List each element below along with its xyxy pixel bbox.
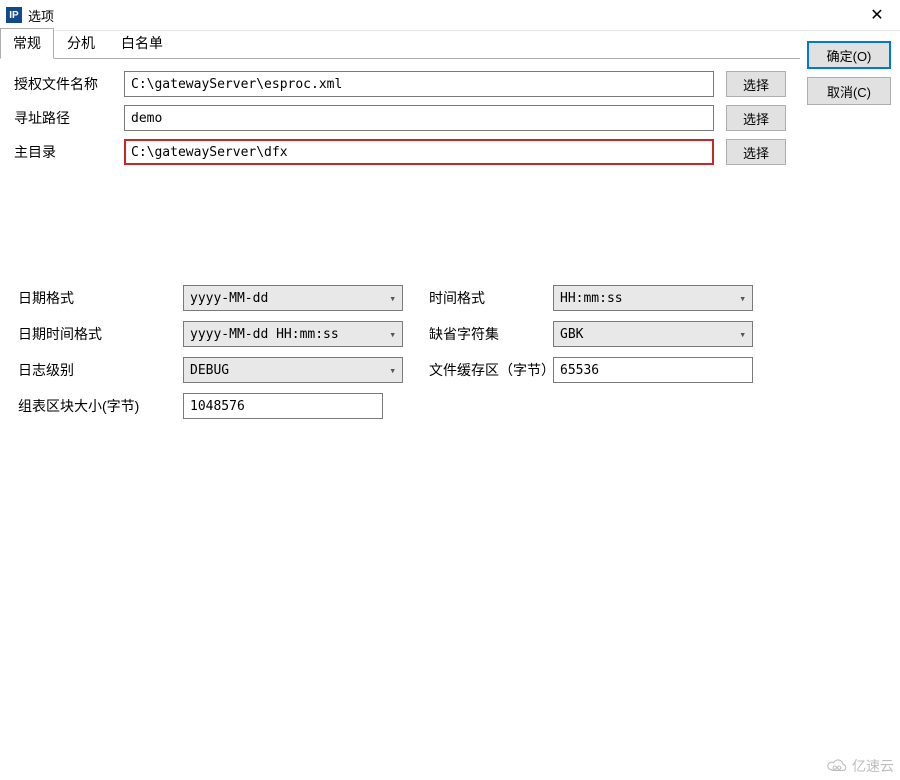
form-area: 授权文件名称 选择 寻址路径 选择 主目录 选择 日期格式 yyyy-MM-dd… bbox=[0, 59, 800, 419]
label-date-format: 日期格式 bbox=[18, 288, 183, 308]
footer bbox=[0, 754, 900, 780]
input-block-size[interactable]: 1048576 bbox=[183, 393, 383, 419]
app-icon: IP bbox=[6, 7, 22, 23]
titlebar: IP 选项 ✕ bbox=[0, 0, 900, 30]
choose-search-button[interactable]: 选择 bbox=[726, 105, 786, 131]
window-title: 选项 bbox=[28, 6, 854, 25]
combo-charset-value: GBK bbox=[560, 327, 583, 342]
label-license: 授权文件名称 bbox=[14, 74, 124, 94]
combo-log-level-value: DEBUG bbox=[190, 363, 229, 378]
chevron-down-icon: ▾ bbox=[389, 364, 396, 377]
label-log-level: 日志级别 bbox=[18, 360, 183, 380]
tab-bar: 常规 分机 白名单 bbox=[0, 31, 800, 59]
combo-time-format-value: HH:mm:ss bbox=[560, 291, 623, 306]
chevron-down-icon: ▾ bbox=[739, 328, 746, 341]
combo-datetime-format[interactable]: yyyy-MM-dd HH:mm:ss ▾ bbox=[183, 321, 403, 347]
label-time-format: 时间格式 bbox=[403, 288, 553, 308]
row-search-path: 寻址路径 选择 bbox=[14, 105, 786, 131]
label-datetime-format: 日期时间格式 bbox=[18, 324, 183, 344]
right-pane: 确定(O) 取消(C) bbox=[800, 31, 900, 754]
left-pane: 常规 分机 白名单 授权文件名称 选择 寻址路径 选择 主目录 选择 bbox=[0, 31, 800, 754]
input-block-size-value: 1048576 bbox=[190, 399, 245, 414]
combo-datetime-format-value: yyyy-MM-dd HH:mm:ss bbox=[190, 327, 339, 342]
tab-whitelist[interactable]: 白名单 bbox=[108, 28, 176, 59]
close-icon: ✕ bbox=[870, 5, 883, 25]
client-area: 常规 分机 白名单 授权文件名称 选择 寻址路径 选择 主目录 选择 bbox=[0, 30, 900, 754]
close-button[interactable]: ✕ bbox=[854, 0, 900, 30]
chevron-down-icon: ▾ bbox=[739, 292, 746, 305]
chevron-down-icon: ▾ bbox=[389, 292, 396, 305]
label-charset: 缺省字符集 bbox=[403, 324, 553, 344]
input-file-buffer[interactable]: 65536 bbox=[553, 357, 753, 383]
row-license: 授权文件名称 选择 bbox=[14, 71, 786, 97]
tab-ext[interactable]: 分机 bbox=[54, 28, 108, 59]
label-search-path: 寻址路径 bbox=[14, 108, 124, 128]
combo-date-format-value: yyyy-MM-dd bbox=[190, 291, 268, 306]
combo-charset[interactable]: GBK ▾ bbox=[553, 321, 753, 347]
choose-license-button[interactable]: 选择 bbox=[726, 71, 786, 97]
combo-log-level[interactable]: DEBUG ▾ bbox=[183, 357, 403, 383]
cancel-button[interactable]: 取消(C) bbox=[807, 77, 891, 105]
input-license-file[interactable] bbox=[124, 71, 714, 97]
combo-time-format[interactable]: HH:mm:ss ▾ bbox=[553, 285, 753, 311]
label-main-dir: 主目录 bbox=[14, 142, 124, 162]
input-file-buffer-value: 65536 bbox=[560, 363, 599, 378]
input-search-path[interactable] bbox=[124, 105, 714, 131]
ok-button[interactable]: 确定(O) bbox=[807, 41, 891, 69]
label-block-size: 组表区块大小(字节) bbox=[18, 396, 183, 416]
settings-grid: 日期格式 yyyy-MM-dd ▾ 时间格式 HH:mm:ss ▾ 日期时间格式… bbox=[14, 285, 786, 419]
chevron-down-icon: ▾ bbox=[389, 328, 396, 341]
combo-date-format[interactable]: yyyy-MM-dd ▾ bbox=[183, 285, 403, 311]
label-file-buffer: 文件缓存区（字节） bbox=[403, 360, 553, 380]
row-main-dir: 主目录 选择 bbox=[14, 139, 786, 165]
input-main-dir[interactable] bbox=[124, 139, 714, 165]
choose-main-button[interactable]: 选择 bbox=[726, 139, 786, 165]
tab-general[interactable]: 常规 bbox=[0, 28, 54, 59]
